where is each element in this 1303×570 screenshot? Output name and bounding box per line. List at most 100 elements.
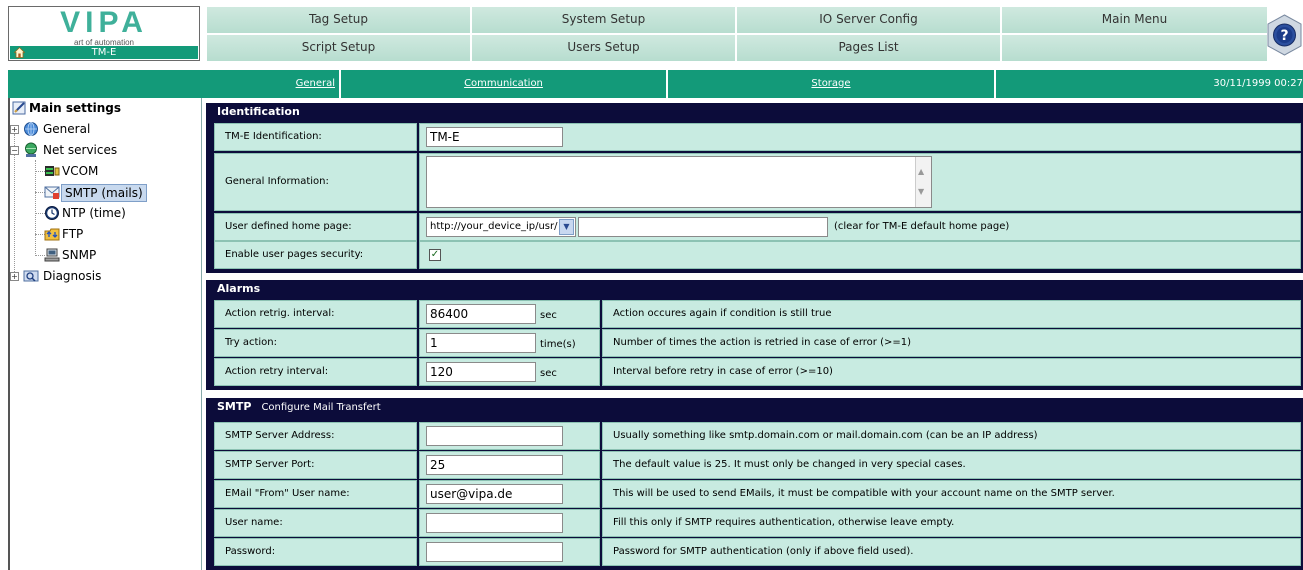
tree-label: Main settings (29, 101, 122, 115)
expand-icon[interactable]: + (10, 272, 19, 281)
home-page-hint: (clear for TM-E default home page) (834, 221, 1010, 232)
unit-label: sec (540, 310, 557, 321)
smtp-server-address-input[interactable] (426, 426, 563, 446)
chevron-down-icon[interactable]: ▼ (559, 219, 574, 235)
tree-item-ftp[interactable]: FTP (44, 224, 194, 244)
field-description: This will be used to send EMails, it mus… (602, 480, 1301, 508)
menu-pages-list[interactable]: Pages List (736, 34, 1001, 62)
user-pages-security-checkbox[interactable]: ✓ (429, 249, 441, 261)
field-cell: sec (419, 300, 600, 328)
field-label: User defined home page: (214, 213, 417, 241)
action-retrig-interval-input[interactable] (426, 304, 536, 324)
scroll-down-icon[interactable]: ▼ (918, 179, 924, 205)
row-general-information: General Information: ▲ ▼ (214, 153, 1303, 211)
tab-general[interactable]: General (8, 70, 341, 98)
diagnosis-icon (23, 270, 39, 282)
tab-storage[interactable]: Storage (668, 70, 996, 98)
smtp-server-port-input[interactable] (426, 455, 563, 475)
help-icon[interactable]: ? (1266, 14, 1303, 56)
tree-guide-line (35, 160, 36, 256)
textarea-scrollbar[interactable]: ▲ ▼ (915, 157, 931, 207)
field-label: Enable user pages security: (214, 241, 417, 269)
smtp-password-input[interactable] (426, 542, 563, 562)
field-label: SMTP Server Address: (214, 422, 417, 450)
menu-empty-cell (1001, 34, 1268, 62)
tree-item-net-services[interactable]: − Net services (10, 140, 200, 160)
panel-title: SMTP (217, 400, 252, 413)
device-name-bar[interactable]: TM-E (10, 46, 198, 59)
field-label: General Information: (214, 153, 417, 211)
action-retry-interval-input[interactable] (426, 362, 536, 382)
home-icon[interactable] (14, 47, 25, 58)
email-from-user-input[interactable] (426, 484, 563, 504)
row-smtp-user-name: User name: Fill this only if SMTP requir… (214, 509, 1303, 537)
globe-icon (24, 122, 38, 136)
tree-item-main-settings[interactable]: Main settings (10, 98, 200, 118)
tree-label-selected: SMTP (mails) (61, 184, 147, 202)
menu-script-setup[interactable]: Script Setup (206, 34, 471, 62)
tree-label: Diagnosis (43, 269, 102, 283)
settings-tree: Main settings + General − Net services V… (10, 98, 202, 570)
row-smtp-password: Password: Password for SMTP authenticati… (214, 538, 1303, 566)
row-action-retrig-interval: Action retrig. interval: sec Action occu… (214, 300, 1303, 328)
ftp-folder-icon (44, 228, 60, 241)
field-label: SMTP Server Port: (214, 451, 417, 479)
row-user-home-page: User defined home page: http://your_devi… (214, 213, 1303, 241)
tab-communication[interactable]: Communication (341, 70, 668, 98)
menu-io-server-config[interactable]: IO Server Config (736, 6, 1001, 34)
field-description: The default value is 25. It must only be… (602, 451, 1301, 479)
tree-label: SNMP (62, 248, 97, 262)
field-cell: time(s) (419, 329, 600, 357)
field-cell: http://your_device_ip/usr/ ▼ (clear for … (419, 213, 1301, 241)
field-cell (419, 509, 600, 537)
tree-item-vcom[interactable]: VCOM (44, 161, 194, 181)
field-cell (419, 480, 600, 508)
expand-icon[interactable]: + (10, 125, 19, 134)
vcom-icon (45, 166, 60, 176)
row-email-from-user: EMail "From" User name: This will be use… (214, 480, 1303, 508)
field-cell (419, 538, 600, 566)
tree-item-ntp[interactable]: NTP (time) (44, 203, 194, 223)
tm-e-identification-input[interactable] (426, 127, 563, 147)
device-name: TM-E (91, 47, 117, 58)
tree-item-diagnosis[interactable]: + Diagnosis (10, 266, 200, 286)
row-smtp-server-port: SMTP Server Port: The default value is 2… (214, 451, 1303, 479)
panel-title: Identification (217, 105, 300, 118)
row-try-action: Try action: time(s) Number of times the … (214, 329, 1303, 357)
field-cell (419, 422, 600, 450)
unit-label: sec (540, 368, 557, 379)
panel-title: Alarms (217, 282, 261, 295)
field-description: Password for SMTP authentication (only i… (602, 538, 1301, 566)
home-page-input[interactable] (578, 217, 828, 237)
network-globe-icon (25, 142, 37, 157)
menu-main-menu[interactable]: Main Menu (1001, 6, 1268, 34)
tree-label: NTP (time) (62, 206, 126, 220)
field-label: EMail "From" User name: (214, 480, 417, 508)
menu-users-setup[interactable]: Users Setup (471, 34, 736, 62)
collapse-icon[interactable]: − (10, 146, 19, 155)
unit-label: time(s) (540, 339, 576, 350)
try-action-input[interactable] (426, 333, 536, 353)
field-label: User name: (214, 509, 417, 537)
mail-icon (44, 186, 60, 199)
field-label: TM-E Identification: (214, 123, 417, 151)
logo-text: VIPA (60, 6, 148, 39)
menu-tag-setup[interactable]: Tag Setup (206, 6, 471, 34)
tree-label: FTP (62, 227, 84, 241)
section-tabs: General Communication Storage 30/11/1999… (8, 70, 1303, 98)
tree-item-general[interactable]: + General (10, 119, 200, 139)
tree-item-smtp[interactable]: SMTP (mails) (44, 182, 194, 202)
svg-text:?: ? (1280, 28, 1288, 44)
row-tm-e-identification: TM-E Identification: (214, 123, 1303, 151)
home-page-prefix-select[interactable]: http://your_device_ip/usr/ ▼ (426, 217, 576, 237)
field-label: Try action: (214, 329, 417, 357)
menu-system-setup[interactable]: System Setup (471, 6, 736, 34)
header: VIPA art of automation TM-E Tag Setup Sy… (0, 0, 1303, 70)
tree-item-snmp[interactable]: SNMP (44, 245, 194, 265)
field-description: Fill this only if SMTP requires authenti… (602, 509, 1301, 537)
smtp-user-name-input[interactable] (426, 513, 563, 533)
panel-title-row: SMTP Configure Mail Transfert (214, 398, 1303, 418)
panel-subtitle: Configure Mail Transfert (261, 402, 381, 413)
field-label: Password: (214, 538, 417, 566)
general-information-textarea[interactable]: ▲ ▼ (426, 156, 932, 208)
